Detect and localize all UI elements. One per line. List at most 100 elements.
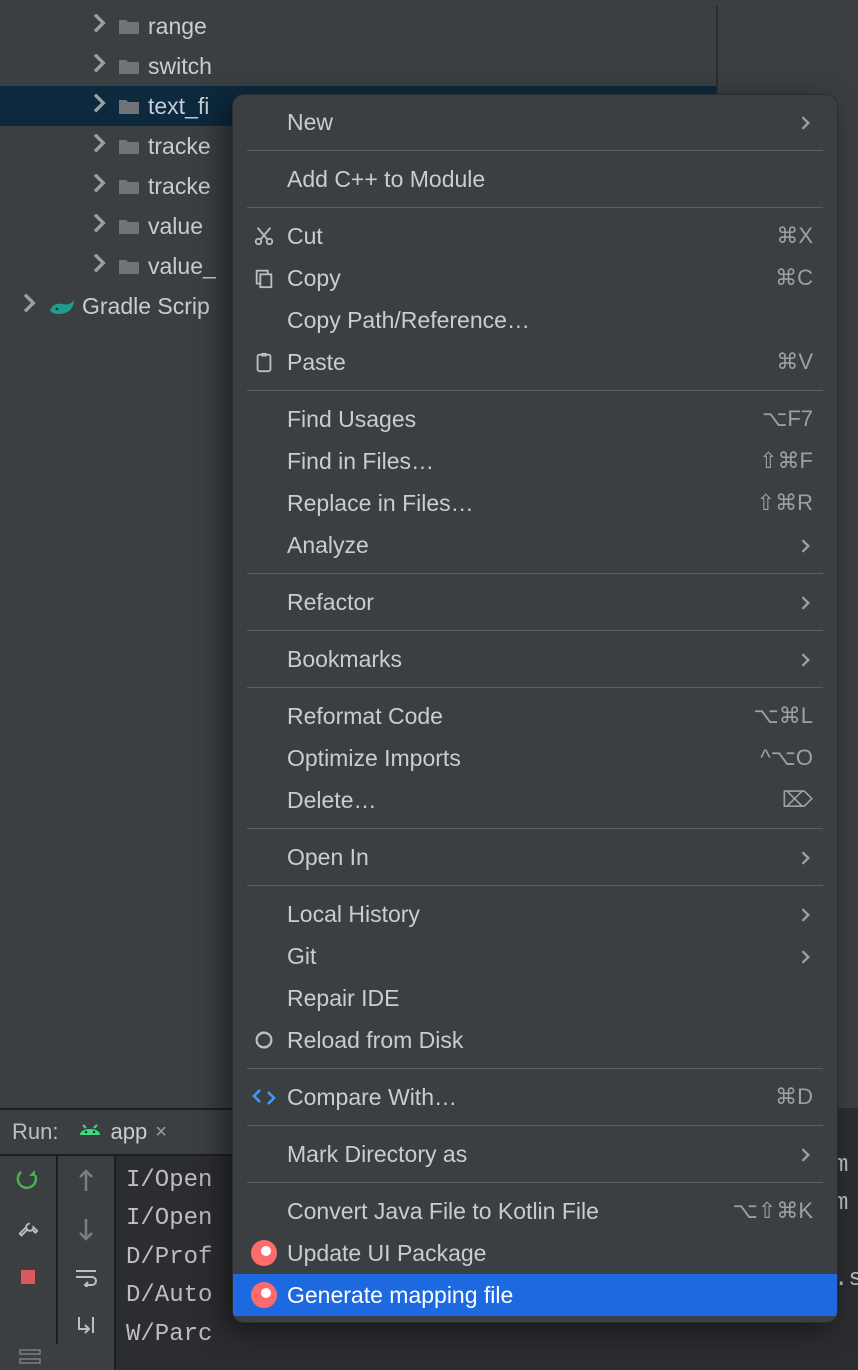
menu-item-repair-ide[interactable]: Repair IDE bbox=[233, 977, 837, 1019]
android-icon bbox=[78, 1119, 102, 1145]
menu-item-label: Refactor bbox=[287, 589, 789, 616]
submenu-arrow-icon bbox=[799, 943, 813, 970]
menu-separator bbox=[247, 390, 823, 391]
menu-item-convert-java-file-to-kotlin-file[interactable]: Convert Java File to Kotlin File⌥⇧⌘K bbox=[233, 1190, 837, 1232]
menu-item-update-ui-package[interactable]: Update UI Package bbox=[233, 1232, 837, 1274]
menu-shortcut: ⇧⌘R bbox=[757, 490, 813, 516]
menu-shortcut: ⌘X bbox=[776, 223, 813, 249]
menu-icon-placeholder bbox=[251, 166, 277, 192]
menu-icon-placeholder bbox=[251, 532, 277, 558]
menu-icon-placeholder bbox=[251, 1141, 277, 1167]
chevron-right-icon[interactable] bbox=[90, 213, 110, 239]
chevron-right-icon[interactable] bbox=[90, 53, 110, 79]
menu-item-open-in[interactable]: Open In bbox=[233, 836, 837, 878]
menu-item-paste[interactable]: Paste ⌘V bbox=[233, 341, 837, 383]
menu-item-delete[interactable]: Delete…⌦ bbox=[233, 779, 837, 821]
folder-icon bbox=[118, 257, 140, 275]
menu-item-label: Paste bbox=[287, 349, 766, 376]
submenu-arrow-icon bbox=[799, 589, 813, 616]
close-icon[interactable]: × bbox=[155, 1121, 167, 1144]
menu-separator bbox=[247, 1125, 823, 1126]
context-menu: New Add C++ to Module Cut ⌘X Copy⌘CCopy Path… bbox=[232, 94, 838, 1323]
status-bar-corner[interactable] bbox=[0, 1344, 60, 1370]
menu-item-copy[interactable]: Copy⌘C bbox=[233, 257, 837, 299]
menu-item-find-in-files[interactable]: Find in Files… ⇧⌘F bbox=[233, 440, 837, 482]
menu-icon-placeholder bbox=[251, 490, 277, 516]
menu-icon-placeholder bbox=[251, 745, 277, 771]
submenu-arrow-icon bbox=[799, 109, 813, 136]
menu-item-label: Find Usages bbox=[287, 406, 752, 433]
submenu-arrow-icon bbox=[799, 1141, 813, 1168]
menu-item-label: Cut bbox=[287, 223, 766, 250]
wrench-button[interactable] bbox=[13, 1214, 43, 1244]
menu-item-new[interactable]: New bbox=[233, 101, 837, 143]
menu-item-refactor[interactable]: Refactor bbox=[233, 581, 837, 623]
menu-item-optimize-imports[interactable]: Optimize Imports ^⌥O bbox=[233, 737, 837, 779]
tree-item-label: tracke bbox=[148, 173, 211, 200]
run-label: Run: bbox=[12, 1119, 58, 1145]
tree-item-label: tracke bbox=[148, 133, 211, 160]
menu-item-mark-directory-as[interactable]: Mark Directory as bbox=[233, 1133, 837, 1175]
menu-separator bbox=[247, 1182, 823, 1183]
menu-icon-placeholder bbox=[251, 589, 277, 615]
menu-separator bbox=[247, 630, 823, 631]
menu-item-label: New bbox=[287, 109, 789, 136]
menu-shortcut: ⌥F7 bbox=[762, 406, 813, 432]
gradle-icon bbox=[48, 296, 74, 316]
tree-item-switch[interactable]: switch bbox=[0, 46, 716, 86]
chevron-right-icon[interactable] bbox=[90, 253, 110, 279]
rerun-button[interactable] bbox=[13, 1166, 43, 1196]
stop-button[interactable] bbox=[13, 1262, 43, 1292]
run-tab-app[interactable]: app × bbox=[78, 1119, 166, 1145]
menu-item-label: Repair IDE bbox=[287, 985, 813, 1012]
menu-item-find-usages[interactable]: Find Usages ⌥F7 bbox=[233, 398, 837, 440]
menu-item-replace-in-files[interactable]: Replace in Files…⇧⌘R bbox=[233, 482, 837, 524]
submenu-arrow-icon bbox=[799, 532, 813, 559]
chevron-right-icon[interactable] bbox=[90, 133, 110, 159]
menu-item-reload-from-disk[interactable]: Reload from Disk bbox=[233, 1019, 837, 1061]
menu-separator bbox=[247, 150, 823, 151]
menu-shortcut: ⌥⇧⌘K bbox=[733, 1198, 813, 1224]
menu-icon-placeholder bbox=[251, 448, 277, 474]
menu-item-add-c-to-module[interactable]: Add C++ to Module bbox=[233, 158, 837, 200]
tree-item-label: text_fi bbox=[148, 93, 209, 120]
menu-item-git[interactable]: Git bbox=[233, 935, 837, 977]
menu-item-copy-path-reference[interactable]: Copy Path/Reference… bbox=[233, 299, 837, 341]
menu-item-bookmarks[interactable]: Bookmarks bbox=[233, 638, 837, 680]
menu-icon-placeholder bbox=[251, 109, 277, 135]
menu-item-generate-mapping-file[interactable]: Generate mapping file bbox=[233, 1274, 837, 1316]
menu-item-label: Reload from Disk bbox=[287, 1027, 813, 1054]
menu-item-label: Find in Files… bbox=[287, 448, 749, 475]
menu-separator bbox=[247, 687, 823, 688]
menu-item-compare-with[interactable]: Compare With…⌘D bbox=[233, 1076, 837, 1118]
chevron-right-icon[interactable] bbox=[90, 13, 110, 39]
menu-item-analyze[interactable]: Analyze bbox=[233, 524, 837, 566]
chevron-right-icon[interactable] bbox=[90, 93, 110, 119]
menu-item-label: Copy bbox=[287, 265, 765, 292]
menu-item-reformat-code[interactable]: Reformat Code⌥⌘L bbox=[233, 695, 837, 737]
tree-item-range[interactable]: range bbox=[0, 6, 716, 46]
menu-icon-placeholder bbox=[251, 985, 277, 1011]
arrow-up-button[interactable] bbox=[71, 1166, 101, 1196]
menu-shortcut: ^⌥O bbox=[760, 745, 813, 771]
menu-item-label: Optimize Imports bbox=[287, 745, 750, 772]
menu-item-label: Compare With… bbox=[287, 1084, 765, 1111]
menu-separator bbox=[247, 885, 823, 886]
folder-icon bbox=[118, 17, 140, 35]
menu-shortcut: ⇧⌘F bbox=[759, 448, 813, 474]
soft-wrap-button[interactable] bbox=[71, 1262, 101, 1292]
menu-item-local-history[interactable]: Local History bbox=[233, 893, 837, 935]
menu-shortcut: ⌘V bbox=[776, 349, 813, 375]
menu-item-label: Open In bbox=[287, 844, 789, 871]
arrow-down-button[interactable] bbox=[71, 1214, 101, 1244]
menu-item-label: Local History bbox=[287, 901, 789, 928]
menu-item-cut[interactable]: Cut ⌘X bbox=[233, 215, 837, 257]
tree-item-label: switch bbox=[148, 53, 212, 80]
scroll-end-button[interactable] bbox=[71, 1310, 101, 1340]
copy-icon bbox=[251, 265, 277, 291]
chevron-right-icon[interactable] bbox=[90, 173, 110, 199]
tree-item-label: value bbox=[148, 213, 203, 240]
chevron-right-icon[interactable] bbox=[20, 293, 40, 319]
submenu-arrow-icon bbox=[799, 646, 813, 673]
menu-item-label: Update UI Package bbox=[287, 1240, 813, 1267]
